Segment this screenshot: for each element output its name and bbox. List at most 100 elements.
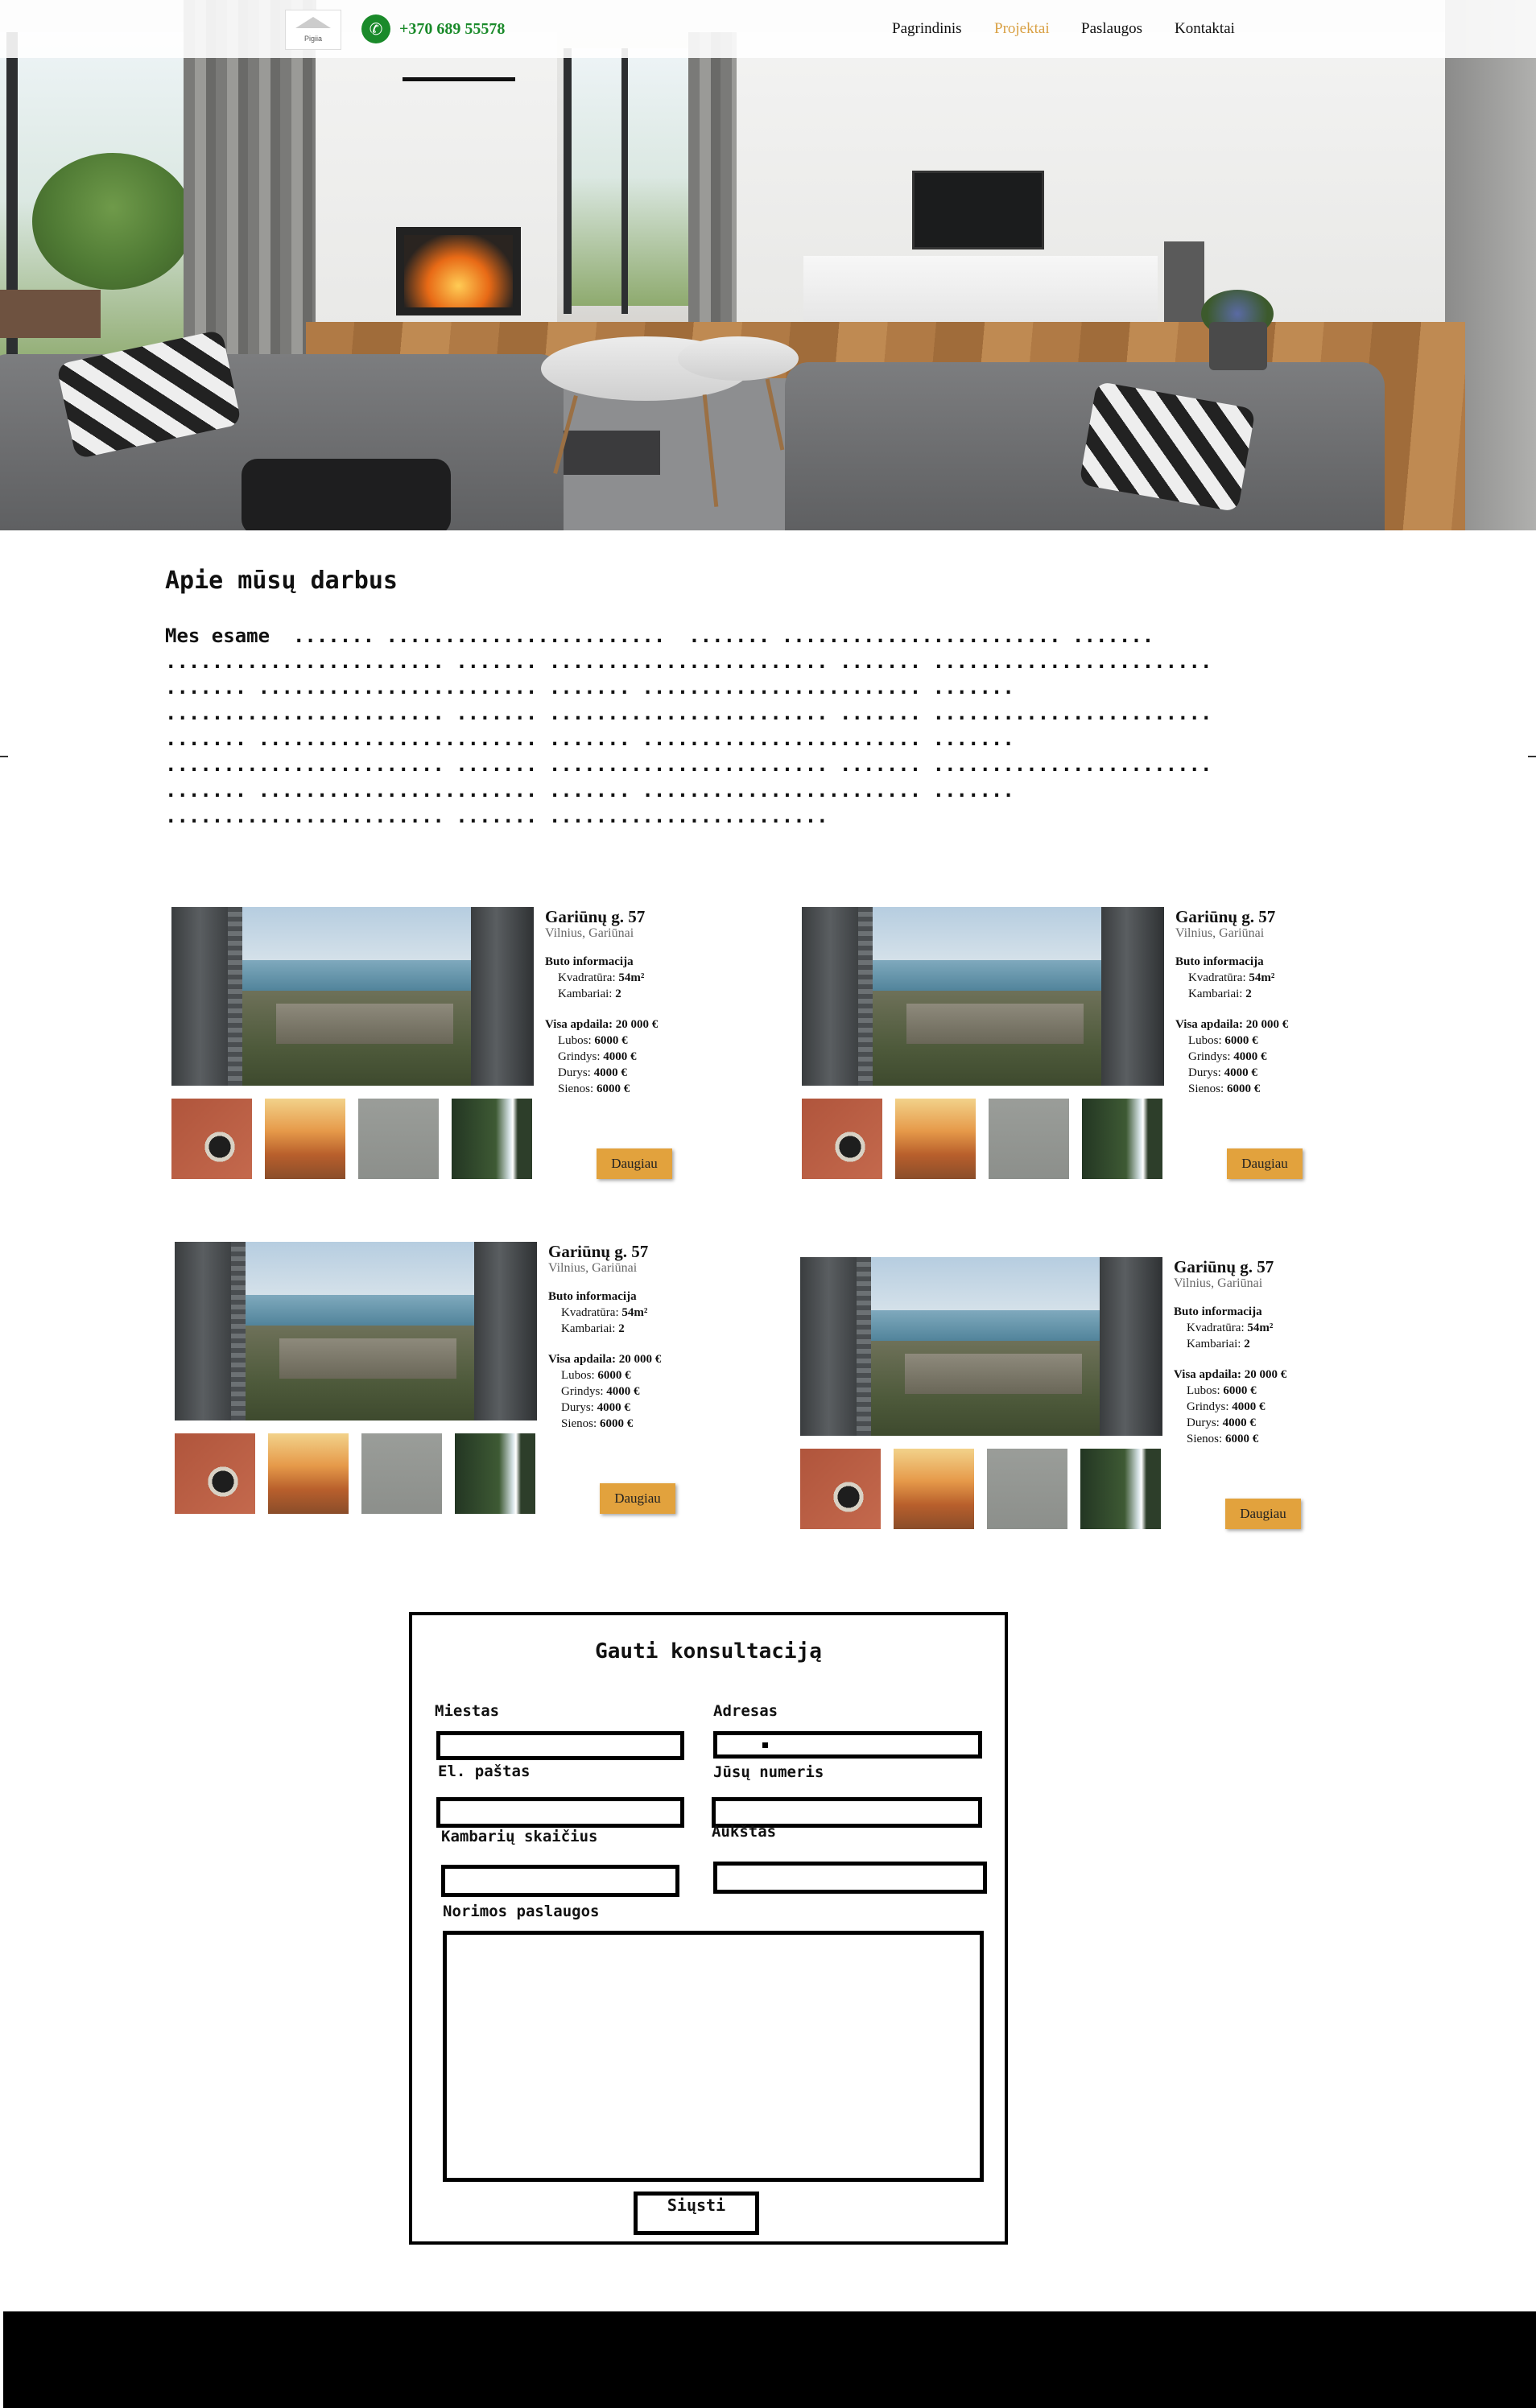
- project-main-image[interactable]: [171, 907, 534, 1086]
- site-logo[interactable]: Pigiia: [285, 10, 341, 50]
- cost-row: Sienos: 6000 €: [561, 1417, 634, 1430]
- finish-row: Visa apdaila: 20 000 €: [545, 1018, 659, 1031]
- project-thumbnail[interactable]: [987, 1449, 1067, 1529]
- project-main-image[interactable]: [175, 1242, 537, 1420]
- project-location: Vilnius, Gariūnai: [1174, 1276, 1263, 1290]
- project-thumbnail[interactable]: [1082, 1099, 1162, 1179]
- project-thumbnail[interactable]: [894, 1449, 974, 1529]
- project-thumbnail[interactable]: [171, 1099, 252, 1179]
- cost-row: Lubos: 6000 €: [1187, 1384, 1257, 1397]
- left-edge-marker: [0, 756, 8, 757]
- project-thumbnail[interactable]: [358, 1099, 439, 1179]
- cost-row: Grindys: 4000 €: [558, 1050, 637, 1063]
- cost-row: Sienos: 6000 €: [1187, 1433, 1259, 1445]
- more-button[interactable]: Daugiau: [597, 1148, 672, 1179]
- form-title: Gauti konsultaciją: [595, 1639, 822, 1664]
- info-heading: Buto informacija: [545, 955, 634, 968]
- cost-row: Sienos: 6000 €: [1188, 1082, 1261, 1095]
- floor-label: Aukštas: [712, 1823, 777, 1841]
- info-heading: Buto informacija: [548, 1290, 637, 1303]
- consultation-form: Gauti konsultaciją Miestas Adresas El. p…: [409, 1612, 1008, 2245]
- address-input[interactable]: [713, 1731, 982, 1759]
- phone-icon: ✆: [361, 14, 390, 43]
- area-row: Kvadratūra: 54m²: [561, 1306, 648, 1319]
- project-thumbnail[interactable]: [1080, 1449, 1161, 1529]
- project-thumbnail[interactable]: [361, 1433, 442, 1514]
- text-cursor-mark: [762, 1742, 768, 1748]
- hero-image: [0, 0, 1536, 530]
- project-thumbnail[interactable]: [265, 1099, 345, 1179]
- cost-row: Grindys: 4000 €: [1188, 1050, 1267, 1063]
- city-input[interactable]: [436, 1731, 684, 1760]
- services-label: Norimos paslaugos: [443, 1903, 600, 1920]
- area-row: Kvadratūra: 54m²: [1187, 1322, 1274, 1334]
- services-textarea[interactable]: [443, 1931, 984, 2182]
- project-main-image[interactable]: [802, 907, 1164, 1086]
- project-location: Vilnius, Gariūnai: [545, 926, 634, 940]
- cost-row: Durys: 4000 €: [1187, 1416, 1256, 1429]
- logo-house-icon: [295, 17, 331, 28]
- project-card: Gariūnų g. 57 Vilnius, Gariūnai Buto infor…: [175, 1242, 803, 1532]
- cost-row: Grindys: 4000 €: [561, 1385, 640, 1398]
- right-edge-marker: [1528, 756, 1536, 757]
- cost-row: Durys: 4000 €: [561, 1401, 630, 1414]
- finish-row: Visa apdaila: 20 000 €: [1175, 1018, 1289, 1031]
- project-thumbnail[interactable]: [895, 1099, 976, 1179]
- cost-row: Sienos: 6000 €: [558, 1082, 630, 1095]
- phone-label: Jūsų numeris: [713, 1763, 824, 1781]
- phone-number[interactable]: +370 689 55578: [399, 20, 505, 39]
- logo-text: Pigiia: [303, 35, 322, 43]
- cost-row: Grindys: 4000 €: [1187, 1400, 1266, 1413]
- top-navbar: Pigiia ✆ +370 689 55578 Pagrindinis Proj…: [0, 0, 1536, 58]
- submit-button[interactable]: Siųsti: [634, 2192, 759, 2235]
- rooms-row: Kambariai: 2: [1187, 1338, 1250, 1350]
- project-title: Gariūnų g. 57: [1174, 1257, 1274, 1276]
- email-label: El. paštas: [438, 1763, 531, 1780]
- about-text: Mes esame ....... ......................…: [165, 625, 1212, 827]
- area-row: Kvadratūra: 54m²: [1188, 971, 1275, 984]
- project-thumbnail[interactable]: [455, 1433, 535, 1514]
- cost-row: Lubos: 6000 €: [561, 1369, 631, 1382]
- nav-link-projektai[interactable]: Projektai: [994, 20, 1050, 38]
- info-heading: Buto informacija: [1175, 955, 1264, 968]
- rooms-row: Kambariai: 2: [561, 1322, 625, 1335]
- project-title: Gariūnų g. 57: [548, 1242, 649, 1261]
- footer: [3, 2311, 1536, 2408]
- project-card: Gariūnų g. 57 Vilnius, Gariūnai Buto infor…: [800, 1257, 1428, 1547]
- project-main-image[interactable]: [800, 1257, 1162, 1436]
- finish-row: Visa apdaila: 20 000 €: [548, 1353, 662, 1366]
- project-location: Vilnius, Gariūnai: [548, 1261, 638, 1275]
- rooms-input[interactable]: [441, 1865, 679, 1897]
- area-row: Kvadratūra: 54m²: [558, 971, 645, 984]
- cost-row: Durys: 4000 €: [558, 1066, 627, 1079]
- cost-row: Lubos: 6000 €: [558, 1034, 628, 1047]
- about-title: Apie mūsų darbus: [165, 567, 398, 595]
- rooms-label: Kambarių skaičius: [441, 1828, 598, 1845]
- nav-link-pagrindinis[interactable]: Pagrindinis: [892, 20, 962, 38]
- email-input[interactable]: [436, 1797, 684, 1828]
- rooms-row: Kambariai: 2: [1188, 988, 1252, 1000]
- nav-link-kontaktai[interactable]: Kontaktai: [1175, 20, 1235, 38]
- cost-row: Lubos: 6000 €: [1188, 1034, 1258, 1047]
- more-button[interactable]: Daugiau: [1227, 1148, 1303, 1179]
- project-thumbnail[interactable]: [802, 1099, 882, 1179]
- nav-link-paslaugos[interactable]: Paslaugos: [1081, 20, 1142, 38]
- project-title: Gariūnų g. 57: [1175, 907, 1276, 926]
- project-thumbnail[interactable]: [800, 1449, 881, 1529]
- address-label: Adresas: [713, 1702, 778, 1720]
- project-location: Vilnius, Gariūnai: [1175, 926, 1265, 940]
- project-thumbnail[interactable]: [452, 1099, 532, 1179]
- project-thumbnail[interactable]: [268, 1433, 349, 1514]
- info-heading: Buto informacija: [1174, 1305, 1262, 1318]
- rooms-row: Kambariai: 2: [558, 988, 621, 1000]
- cost-row: Durys: 4000 €: [1188, 1066, 1257, 1079]
- more-button[interactable]: Daugiau: [1225, 1499, 1301, 1529]
- project-thumbnail[interactable]: [989, 1099, 1069, 1179]
- project-card: Gariūnų g. 57 Vilnius, Gariūnai Buto infor…: [802, 907, 1430, 1197]
- floor-input[interactable]: [713, 1862, 987, 1894]
- finish-row: Visa apdaila: 20 000 €: [1174, 1368, 1287, 1381]
- city-label: Miestas: [435, 1702, 500, 1720]
- project-card: Gariūnų g. 57 Vilnius, Gariūnai Buto infor…: [171, 907, 799, 1197]
- more-button[interactable]: Daugiau: [600, 1483, 675, 1514]
- project-thumbnail[interactable]: [175, 1433, 255, 1514]
